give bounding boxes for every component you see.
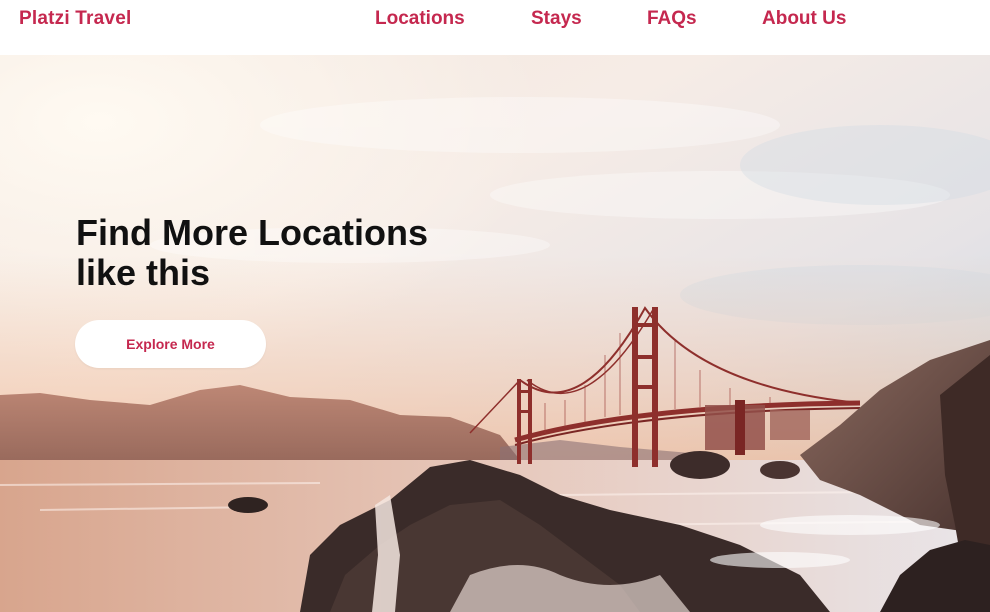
main-nav: Locations Stays FAQs About Us: [375, 8, 990, 32]
hero-title-line-2: like this: [76, 252, 211, 293]
site-header: Platzi Travel Locations Stays FAQs About…: [0, 0, 990, 55]
nav-link-about-us[interactable]: About Us: [762, 8, 846, 30]
nav-link-locations[interactable]: Locations: [375, 8, 465, 30]
nav-link-faqs[interactable]: FAQs: [647, 8, 697, 30]
hero-section: Find More Locations like this Explore Mo…: [0, 55, 990, 612]
hero-title-line-1: Find More Locations: [76, 212, 429, 253]
brand-logo[interactable]: Platzi Travel: [19, 8, 131, 30]
nav-link-stays[interactable]: Stays: [531, 8, 582, 30]
explore-more-button[interactable]: Explore More: [75, 320, 266, 368]
hero-title: Find More Locations like this: [76, 213, 496, 293]
